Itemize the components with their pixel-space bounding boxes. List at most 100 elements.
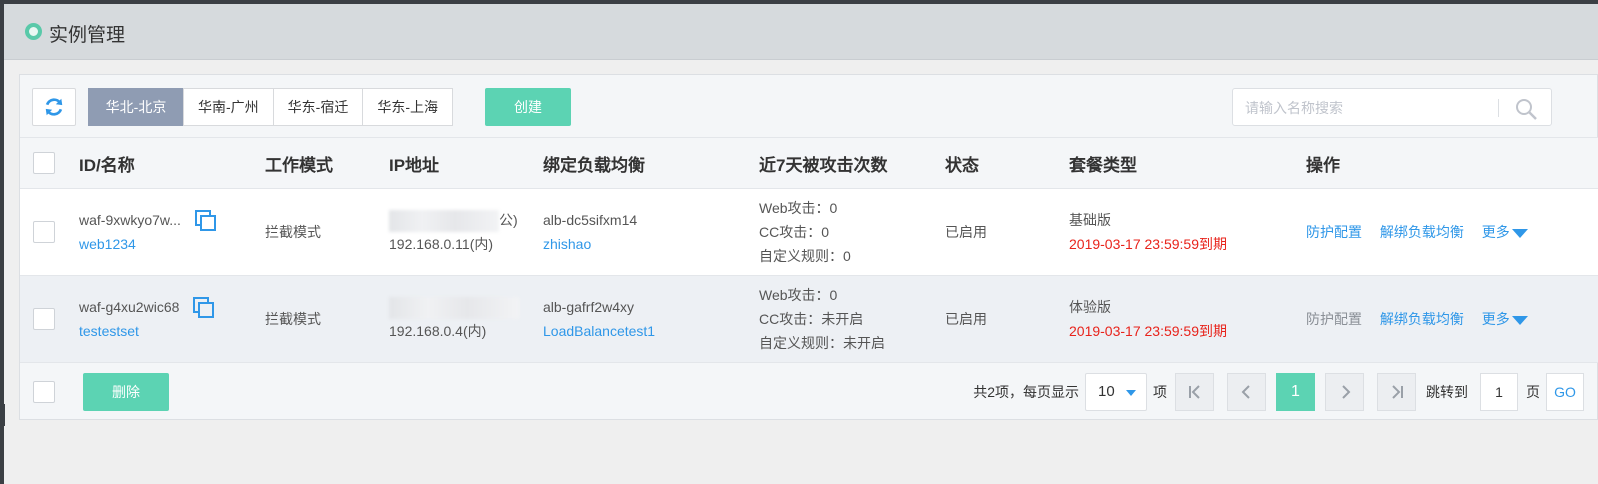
refresh-icon: [45, 98, 63, 116]
lb-cell: alb-gafrf2w4xy LoadBalancetest1: [543, 275, 759, 363]
header-actions: 操作: [1306, 137, 1598, 189]
instance-id: waf-9xwkyo7w...: [79, 211, 181, 228]
page-size-value: 10: [1098, 383, 1115, 400]
actions-cell: 防护配置 解绑负载均衡 更多: [1306, 275, 1598, 363]
footer-select-all-checkbox[interactable]: [33, 381, 55, 403]
page-size-select[interactable]: 10: [1085, 373, 1147, 411]
page-unit: 页: [1526, 384, 1540, 400]
copy-icon[interactable]: [193, 297, 215, 319]
instance-name-link[interactable]: web1234: [79, 232, 265, 256]
pagination: 共2项，每页显示 10 项 1 跳转到 1 页 GO: [967, 373, 1584, 411]
ip-public-line: [389, 295, 543, 320]
plan-expire: 2019-03-17 23:59:59到期: [1069, 236, 1227, 252]
first-page-button[interactable]: [1175, 373, 1214, 411]
protect-config-link[interactable]: 防护配置: [1306, 224, 1362, 240]
search-icon[interactable]: [1514, 97, 1538, 121]
attacks-cell: Web攻击：0 CC攻击：未开启 自定义规则：未开启: [759, 275, 945, 363]
header-lb: 绑定负载均衡: [543, 137, 759, 189]
prev-page-button[interactable]: [1227, 373, 1266, 411]
page-button-current[interactable]: 1: [1276, 373, 1315, 411]
lb-name-link[interactable]: zhishao: [543, 232, 759, 256]
copy-icon[interactable]: [194, 210, 217, 232]
ip-private: 192.168.0.11(内): [389, 236, 494, 253]
header-plan: 套餐类型: [1069, 137, 1306, 189]
search-input[interactable]: [1245, 98, 1485, 118]
unbind-lb-link[interactable]: 解绑负载均衡: [1380, 224, 1464, 240]
more-menu[interactable]: 更多: [1482, 224, 1528, 240]
attack-custom: 自定义规则：0: [759, 248, 851, 264]
more-label: 更多: [1481, 224, 1510, 240]
page-title: 实例管理: [49, 25, 126, 46]
total-text: 共2项，每页显示: [973, 384, 1079, 400]
instance-id-line: waf-9xwkyo7w...: [79, 208, 265, 232]
region-tab-suqian[interactable]: 华东-宿迁: [272, 88, 364, 126]
ip-cell: 公) 192.168.0.11(内): [389, 188, 543, 276]
toolbar: 华北-北京 华南-广州 华东-宿迁 华东-上海 创建: [20, 75, 1597, 137]
region-tab-beijing[interactable]: 华北-北京: [88, 88, 184, 126]
attack-custom: 自定义规则：未开启: [759, 335, 885, 351]
attack-cc: CC攻击：0: [759, 224, 830, 240]
attacks-cell: Web攻击：0 CC攻击：0 自定义规则：0: [759, 188, 945, 276]
region-tabs: 华北-北京 华南-广州 华东-宿迁 华东-上海: [88, 88, 454, 126]
plan-cell: 体验版 2019-03-17 23:59:59到期: [1069, 275, 1306, 363]
page-frame: 实例管理 华北-北京 华南-广州 华东-宿迁 华东-上海 创建 请输入名称搜索 …: [4, 4, 1598, 484]
row-checkbox[interactable]: [33, 221, 55, 243]
table-footer: 删除 共2项，每页显示 10 项 1 跳转到 1 页 GO: [20, 363, 1598, 421]
jump-label: 跳转到: [1426, 384, 1468, 400]
unbind-lb-link[interactable]: 解绑负载均衡: [1380, 311, 1464, 327]
header-id-name: ID/名称: [79, 137, 265, 189]
region-tab-guangzhou[interactable]: 华南-广州: [183, 88, 274, 126]
row-checkbox-cell: [20, 188, 79, 276]
delete-button[interactable]: 删除: [83, 373, 169, 411]
instance-name-link[interactable]: testestset: [79, 319, 265, 343]
row-checkbox[interactable]: [33, 308, 55, 330]
lb-name-link[interactable]: LoadBalancetest1: [543, 319, 759, 343]
id-name-cell: waf-g4xu2wic68 testestset: [79, 275, 265, 363]
lb-id: alb-gafrf2w4xy: [543, 299, 635, 315]
plan-name: 基础版: [1069, 212, 1111, 228]
refresh-button[interactable]: [32, 88, 76, 126]
jump-page-input[interactable]: 1: [1480, 373, 1518, 411]
region-tab-shanghai[interactable]: 华东-上海: [362, 88, 454, 126]
header-status: 状态: [945, 137, 1069, 189]
last-page-icon: [1391, 385, 1403, 399]
header-attacks: 近7天被攻击次数: [759, 137, 945, 189]
chevron-left-icon: [1241, 385, 1250, 399]
select-all-checkbox[interactable]: [33, 152, 55, 174]
table-row: waf-9xwkyo7w... web1234 拦截模式 公) 192.168.…: [20, 188, 1598, 276]
title-dot-icon: [25, 23, 42, 40]
search-box: [1232, 88, 1552, 126]
create-button[interactable]: 创建: [485, 88, 571, 126]
status-badge: 已启用: [945, 275, 1069, 363]
ip-private: 192.168.0.4(内): [389, 323, 487, 340]
side-handle[interactable]: [0, 404, 5, 426]
instance-id: waf-g4xu2wic68: [79, 298, 180, 315]
chevron-right-icon: [1341, 385, 1350, 399]
blurred-ip: [389, 297, 519, 320]
protect-config-link[interactable]: 防护配置: [1306, 311, 1362, 327]
actions-cell: 防护配置 解绑负载均衡 更多: [1306, 188, 1598, 276]
instance-panel: 华北-北京 华南-广州 华东-宿迁 华东-上海 创建 请输入名称搜索 ID/名称…: [19, 74, 1598, 420]
last-page-button[interactable]: [1377, 373, 1416, 411]
attack-web: Web攻击：0: [759, 200, 838, 216]
attack-cc: CC攻击：未开启: [759, 311, 864, 327]
go-button[interactable]: GO: [1546, 373, 1584, 411]
mode-cell: 拦截模式: [265, 275, 389, 363]
ip-public-suffix: 公): [499, 211, 518, 228]
next-page-button[interactable]: [1325, 373, 1364, 411]
more-menu[interactable]: 更多: [1482, 311, 1528, 327]
ip-cell: 192.168.0.4(内): [389, 275, 543, 363]
caret-down-icon: [1511, 315, 1528, 325]
table-row: waf-g4xu2wic68 testestset 拦截模式 192.168.0…: [20, 275, 1598, 363]
header-ip: IP地址: [389, 137, 543, 189]
plan-expire: 2019-03-17 23:59:59到期: [1069, 323, 1227, 339]
id-name-cell: waf-9xwkyo7w... web1234: [79, 188, 265, 276]
status-badge: 已启用: [945, 188, 1069, 276]
search-divider: [1498, 99, 1499, 117]
lb-id: alb-dc5sifxm14: [543, 212, 638, 228]
header-mode: 工作模式: [265, 137, 389, 189]
table-header-row: ID/名称 工作模式 IP地址 绑定负载均衡 近7天被攻击次数 状态 套餐类型 …: [20, 137, 1598, 189]
mode-cell: 拦截模式: [265, 188, 389, 276]
caret-down-icon: [1511, 228, 1528, 238]
plan-name: 体验版: [1069, 299, 1111, 315]
